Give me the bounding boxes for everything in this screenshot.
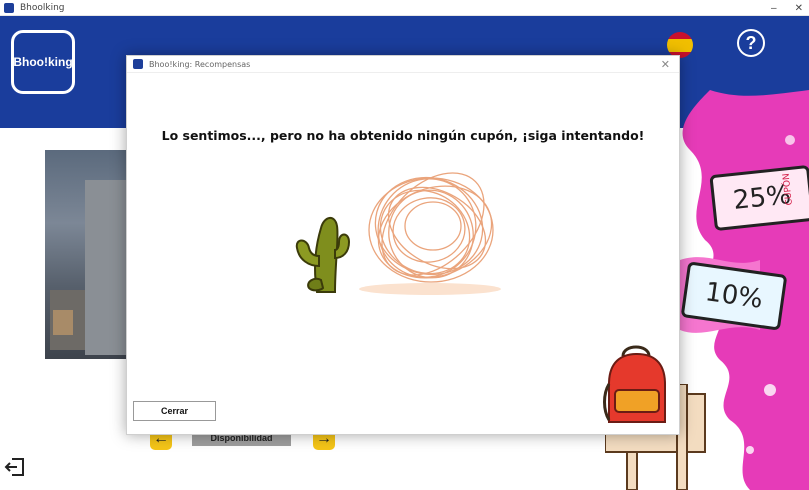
- cactus-icon: [295, 217, 351, 293]
- help-label: ?: [745, 32, 757, 53]
- close-button[interactable]: Cerrar: [133, 401, 216, 421]
- window-title: Bhoolking: [20, 2, 65, 13]
- app-icon: [133, 59, 143, 69]
- backpack-icon: [603, 345, 666, 423]
- rewards-modal: Bhoo!king: Recompensas ✕ Lo sentimos...,…: [126, 55, 680, 435]
- modal-close-icon[interactable]: ✕: [661, 58, 670, 71]
- minimize-button[interactable]: –: [771, 3, 777, 14]
- os-titlebar: Bhoolking – ✕: [0, 0, 809, 16]
- window-close-button[interactable]: ✕: [795, 3, 803, 14]
- modal-title: Bhoo!king: Recompensas: [149, 59, 251, 69]
- logout-icon[interactable]: [4, 456, 26, 478]
- no-coupon-message: Lo sentimos..., pero no ha obtenido ning…: [161, 128, 645, 143]
- tumbleweed-shadow: [359, 283, 501, 295]
- logo[interactable]: Bhoo!king: [11, 30, 75, 94]
- coupon-side-label: CUPÓN: [781, 172, 795, 206]
- app-icon: [4, 2, 14, 13]
- tumbleweed-scribble: [368, 172, 494, 283]
- logo-text: Bhoo!king: [13, 55, 73, 69]
- hotel-photo: [45, 150, 130, 359]
- coupon-25: 25% CUPÓN: [709, 164, 809, 232]
- modal-titlebar: Bhoo!king: Recompensas ✕: [127, 56, 679, 73]
- help-button[interactable]: ?: [737, 29, 765, 57]
- coupon-10-value: 10%: [703, 277, 765, 315]
- window-controls: – ✕: [771, 0, 803, 16]
